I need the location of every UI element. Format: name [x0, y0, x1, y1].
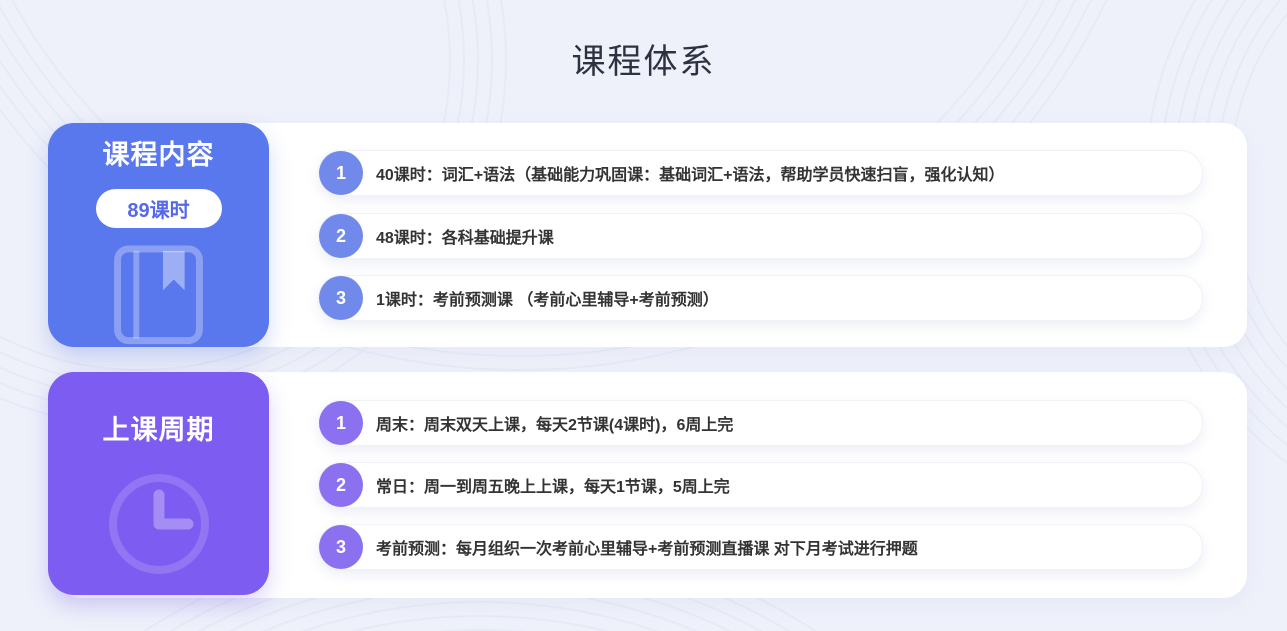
schedule-item-row: 2 常日：周一到周五晚上上课，每天1节课，5周上完	[318, 462, 1203, 508]
course-item-row: 1 40课时：词汇+语法（基础能力巩固课：基础词汇+语法，帮助学员快速扫盲，强化…	[318, 150, 1203, 196]
page-title: 课程体系	[0, 34, 1287, 83]
clock-icon	[104, 469, 214, 579]
item-number-badge: 3	[319, 525, 363, 569]
item-number-badge: 1	[319, 151, 363, 195]
schedule-item-row: 1 周末：周末双天上课，每天2节课(4课时)，6周上完	[318, 400, 1203, 446]
course-item-row: 2 48课时：各科基础提升课	[318, 213, 1203, 259]
item-text: 48课时：各科基础提升课	[376, 224, 554, 248]
item-number-badge: 2	[319, 214, 363, 258]
item-text: 周末：周末双天上课，每天2节课(4课时)，6周上完	[376, 411, 733, 435]
course-card-title: 课程内容	[103, 133, 215, 172]
schedule-item-row: 3 考前预测：每月组织一次考前心里辅导+考前预测直播课 对下月考试进行押题	[318, 524, 1203, 570]
total-hours-badge: 89课时	[96, 189, 222, 228]
item-text: 1课时：考前预测课 （考前心里辅导+考前预测）	[376, 286, 719, 310]
item-number-badge: 3	[319, 276, 363, 320]
item-text: 40课时：词汇+语法（基础能力巩固课：基础词汇+语法，帮助学员快速扫盲，强化认知…	[376, 161, 1005, 185]
book-icon	[111, 243, 206, 347]
course-content-card: 课程内容 89课时	[48, 123, 269, 347]
course-item-row: 3 1课时：考前预测课 （考前心里辅导+考前预测）	[318, 275, 1203, 321]
item-number-badge: 2	[319, 463, 363, 507]
schedule-card-title: 上课周期	[103, 408, 215, 447]
item-text: 考前预测：每月组织一次考前心里辅导+考前预测直播课 对下月考试进行押题	[376, 535, 918, 559]
item-number-badge: 1	[319, 401, 363, 445]
class-schedule-card: 上课周期	[48, 372, 269, 595]
item-text: 常日：周一到周五晚上上课，每天1节课，5周上完	[376, 473, 730, 497]
